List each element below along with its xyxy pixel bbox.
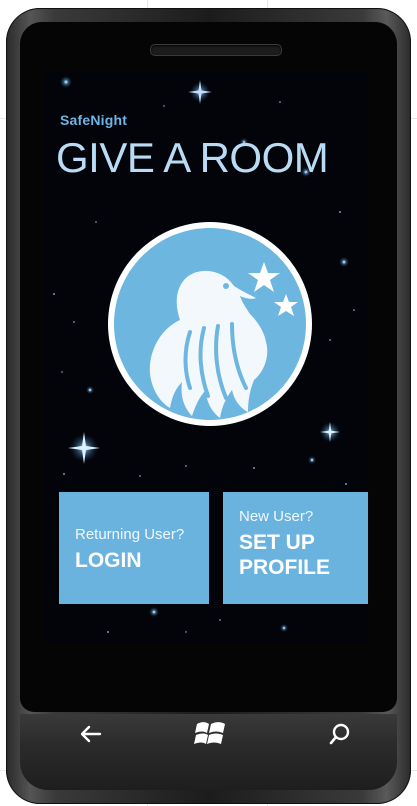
login-label: LOGIN bbox=[75, 549, 142, 572]
search-button[interactable] bbox=[318, 712, 362, 756]
search-icon bbox=[329, 723, 350, 745]
back-arrow-icon bbox=[80, 725, 102, 743]
login-subtitle: Returning User? bbox=[75, 526, 185, 543]
setup-label: SET UP PROFILE bbox=[239, 531, 331, 579]
earpiece-speaker bbox=[150, 44, 282, 56]
page-title: GIVE A ROOM bbox=[56, 134, 329, 181]
app-logo bbox=[108, 222, 312, 426]
app-name: SafeNight bbox=[60, 112, 128, 128]
dove-with-stars-icon bbox=[149, 262, 298, 418]
back-button[interactable] bbox=[68, 712, 112, 756]
login-tile[interactable]: Returning User? LOGIN bbox=[59, 492, 209, 604]
setup-subtitle: New User? bbox=[239, 508, 314, 525]
setup-profile-tile[interactable]: New User? SET UP PROFILE bbox=[223, 492, 368, 604]
start-button[interactable] bbox=[188, 712, 232, 756]
app-screen: SafeNight GIVE A ROOM Returning User? LO… bbox=[44, 72, 368, 644]
windows-logo-icon bbox=[194, 722, 225, 744]
